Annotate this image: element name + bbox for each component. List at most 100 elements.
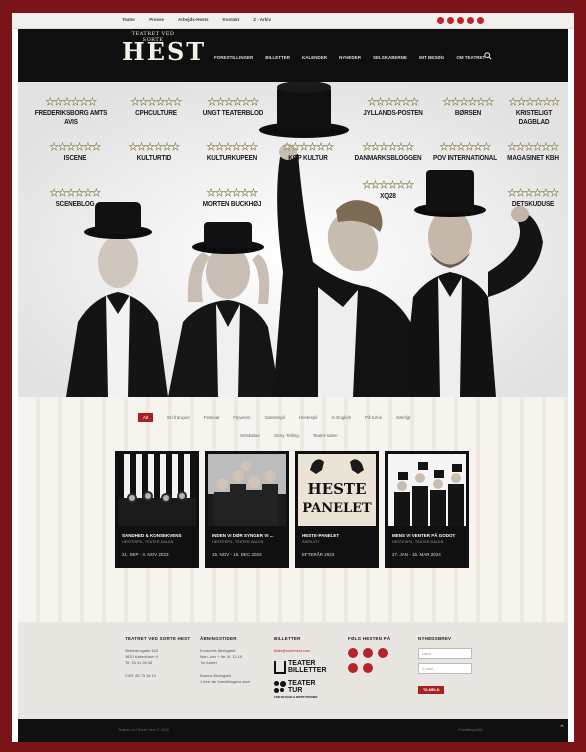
review-source: KULTURTID xyxy=(136,153,172,162)
review-quote: ★★★★★★ UNGT TEATERBLOD xyxy=(188,97,278,117)
review-source: ISCENE xyxy=(63,153,87,162)
filter-row: Selskaber Story-Telling Teater-salen xyxy=(240,433,338,438)
review-source: MAGASINET KBH xyxy=(507,153,559,162)
nav-mit-besog[interactable]: MIT BESØG xyxy=(419,55,444,60)
rating-stars: ★★★★★★ xyxy=(507,142,559,154)
review-source: DANMARKSBLOGGEN xyxy=(354,153,422,162)
logo[interactable]: HEST xyxy=(122,37,204,66)
top-bar: Teater Presse Arbejds-Hests Kontakt Z - … xyxy=(12,13,574,29)
show-card[interactable]: HESTE PANELET HESTE-PANELET SÆRLIGT EFTE… xyxy=(295,451,379,568)
filter-en-francais[interactable]: En français xyxy=(167,415,190,420)
logo-line: TEATER xyxy=(288,680,316,687)
copyright: Teatret ved Sorte Hest © 2016 xyxy=(118,728,170,732)
show-image: HESTE PANELET xyxy=(298,454,376,526)
nav-nyheder[interactable]: NYHEDER xyxy=(339,55,361,60)
site-header: TEATRET VED SORTE HEST FORESTILLINGER BI… xyxy=(18,29,568,82)
nav-billetter[interactable]: BILLETTER xyxy=(265,55,290,60)
twitter-icon[interactable] xyxy=(363,663,373,673)
rating-stars: ★★★★★★ xyxy=(362,180,414,192)
review-source: KOP KULTUR xyxy=(288,153,328,162)
filter-flyveren[interactable]: Flyveren xyxy=(233,415,250,420)
rating-stars: ★★★★★★ xyxy=(207,97,259,109)
actors-photo xyxy=(18,82,568,397)
filter-row: Alt En français Festival Flyveren Gæstes… xyxy=(138,413,410,422)
show-category: HESTESPIL, TEATER-SALEN xyxy=(122,540,174,544)
page: Teater Presse Arbejds-Hests Kontakt Z - … xyxy=(12,13,574,742)
rating-stars: ★★★★★★ xyxy=(45,97,97,109)
show-card[interactable]: MENS VI VENTER PÅ GODOT HESTESPIL, TEATE… xyxy=(385,451,469,568)
search-icon[interactable] xyxy=(484,52,492,60)
newsletter-name-input[interactable]: Navn xyxy=(418,648,472,659)
ticket-email-link[interactable]: billet@sortehest.com xyxy=(274,648,327,653)
instagram-icon[interactable] xyxy=(378,648,388,658)
rating-stars: ★★★★★★ xyxy=(507,188,559,200)
show-date: 15. NOV - 16. DEC 2023 xyxy=(212,552,262,557)
rating-stars: ★★★★★★ xyxy=(128,142,180,154)
review-source: POV INTERNATIONAL xyxy=(433,153,497,162)
review-source: DETSKUDUSE xyxy=(511,199,555,208)
teater-billetter-logo[interactable]: TEATER BILLETTER xyxy=(274,660,327,674)
instagram-icon[interactable] xyxy=(447,17,454,24)
nav-selskaberne[interactable]: SELSKABERNE xyxy=(373,55,407,60)
logo-line: TEATER xyxy=(288,660,316,667)
filter-hestespil[interactable]: Hestespil xyxy=(299,415,318,420)
poster-text-panelet: PANELET xyxy=(302,501,372,516)
newsletter-subscribe-button[interactable]: TILMELD xyxy=(418,686,445,694)
nav-om-teatret[interactable]: OM TEATRET xyxy=(456,55,485,60)
show-category: HESTESPIL, TEATER-SALEN xyxy=(392,540,444,544)
top-link-teater[interactable]: Teater xyxy=(122,17,135,22)
pinterest-icon[interactable] xyxy=(348,663,358,673)
linkedin-icon[interactable] xyxy=(363,648,373,658)
newsletter-email-input[interactable]: E-mail xyxy=(418,663,472,674)
show-card[interactable]: INDEN VI DØR SYNGER VI ... HESTESPIL, TE… xyxy=(205,451,289,568)
review-source: KULTURKUPEEN xyxy=(206,153,258,162)
show-title: INDEN VI DØR SYNGER VI ... xyxy=(212,533,274,538)
footer-col-social: FØLG HESTEN PÅ xyxy=(348,636,390,678)
twitter-icon[interactable] xyxy=(467,17,474,24)
scroll-top-icon[interactable]: ⌃ xyxy=(559,724,565,732)
filter-gaestespil[interactable]: Gæstespil xyxy=(265,415,285,420)
filter-in-english[interactable]: In English xyxy=(331,415,351,420)
review-source: UNGT TEATERBLOD xyxy=(202,108,264,117)
privacy-link[interactable]: Privatlivspolitik xyxy=(458,728,483,732)
top-link-presse[interactable]: Presse xyxy=(149,17,164,22)
footer-col-newsletter: NYHEDSBREV Navn E-mail TILMELD xyxy=(418,636,472,696)
show-card[interactable]: SANDHED & KONSEKVENS HESTESPIL, TEATER-S… xyxy=(115,451,199,568)
review-quote: ★★★★★★ DETSKUDUSE xyxy=(493,188,568,208)
top-link-arkiv[interactable]: Z - Arkiv xyxy=(253,17,271,22)
filter-festival[interactable]: Festival xyxy=(204,415,220,420)
teater-tur-logo[interactable]: TEATER TUR xyxy=(274,680,327,694)
tur-logo-sub: FOR SKOLER & INSTITUTIONER xyxy=(274,695,318,699)
top-link-kontakt[interactable]: Kontakt xyxy=(222,17,239,22)
top-link-arbejds-hests[interactable]: Arbejds-Hests xyxy=(178,17,209,22)
show-date: 27. JAN - 16. MAR 2024 xyxy=(392,552,441,557)
nav-kalender[interactable]: KALENDER xyxy=(302,55,327,60)
review-quote: ★★★★★★ FREDERIKSBORG AMTS AVIS xyxy=(22,97,120,126)
facebook-icon[interactable] xyxy=(437,17,444,24)
show-category: SÆRLIGT xyxy=(302,540,320,544)
filter-paa-turne[interactable]: På turné xyxy=(365,415,382,420)
show-category: HESTESPIL, TEATER-SALEN xyxy=(212,540,264,544)
tur-logo-text: TEATER TUR xyxy=(288,680,315,694)
review-quote: ★★★★★★ KRISTELIGT DAGBLAD xyxy=(494,97,568,126)
top-links: Teater Presse Arbejds-Hests Kontakt Z - … xyxy=(122,17,271,22)
review-source: JYLLANDS-POSTEN xyxy=(363,108,423,117)
nav-forestillinger[interactable]: FORESTILLINGER xyxy=(214,55,253,60)
rating-stars: ★★★★★★ xyxy=(508,97,560,109)
filter-selskaber[interactable]: Selskaber xyxy=(240,433,260,438)
review-source: MORTEN BUCKHØJ xyxy=(202,199,262,208)
filter-alt[interactable]: Alt xyxy=(138,413,154,422)
show-title: HESTE-PANELET xyxy=(302,533,340,538)
review-quote: ★★★★★★ XQ28 xyxy=(343,180,433,200)
review-quote: ★★★★★★ MAGASINET KBH xyxy=(493,142,568,162)
filter-section: Alt En français Festival Flyveren Gæstes… xyxy=(18,397,568,622)
filter-saerligt[interactable]: Særligt xyxy=(396,415,410,420)
youtube-icon[interactable] xyxy=(477,17,484,24)
filter-teater-salen[interactable]: Teater-salen xyxy=(313,433,338,438)
logo-line: TUR xyxy=(288,687,303,694)
footer-line: 1 time før forestillingens start xyxy=(200,679,250,685)
footer-col-tickets: BILLETTER billet@sortehest.com TEATER BI… xyxy=(274,636,327,699)
pinterest-icon[interactable] xyxy=(457,17,464,24)
filter-story-telling[interactable]: Story-Telling xyxy=(274,433,299,438)
facebook-icon[interactable] xyxy=(348,648,358,658)
